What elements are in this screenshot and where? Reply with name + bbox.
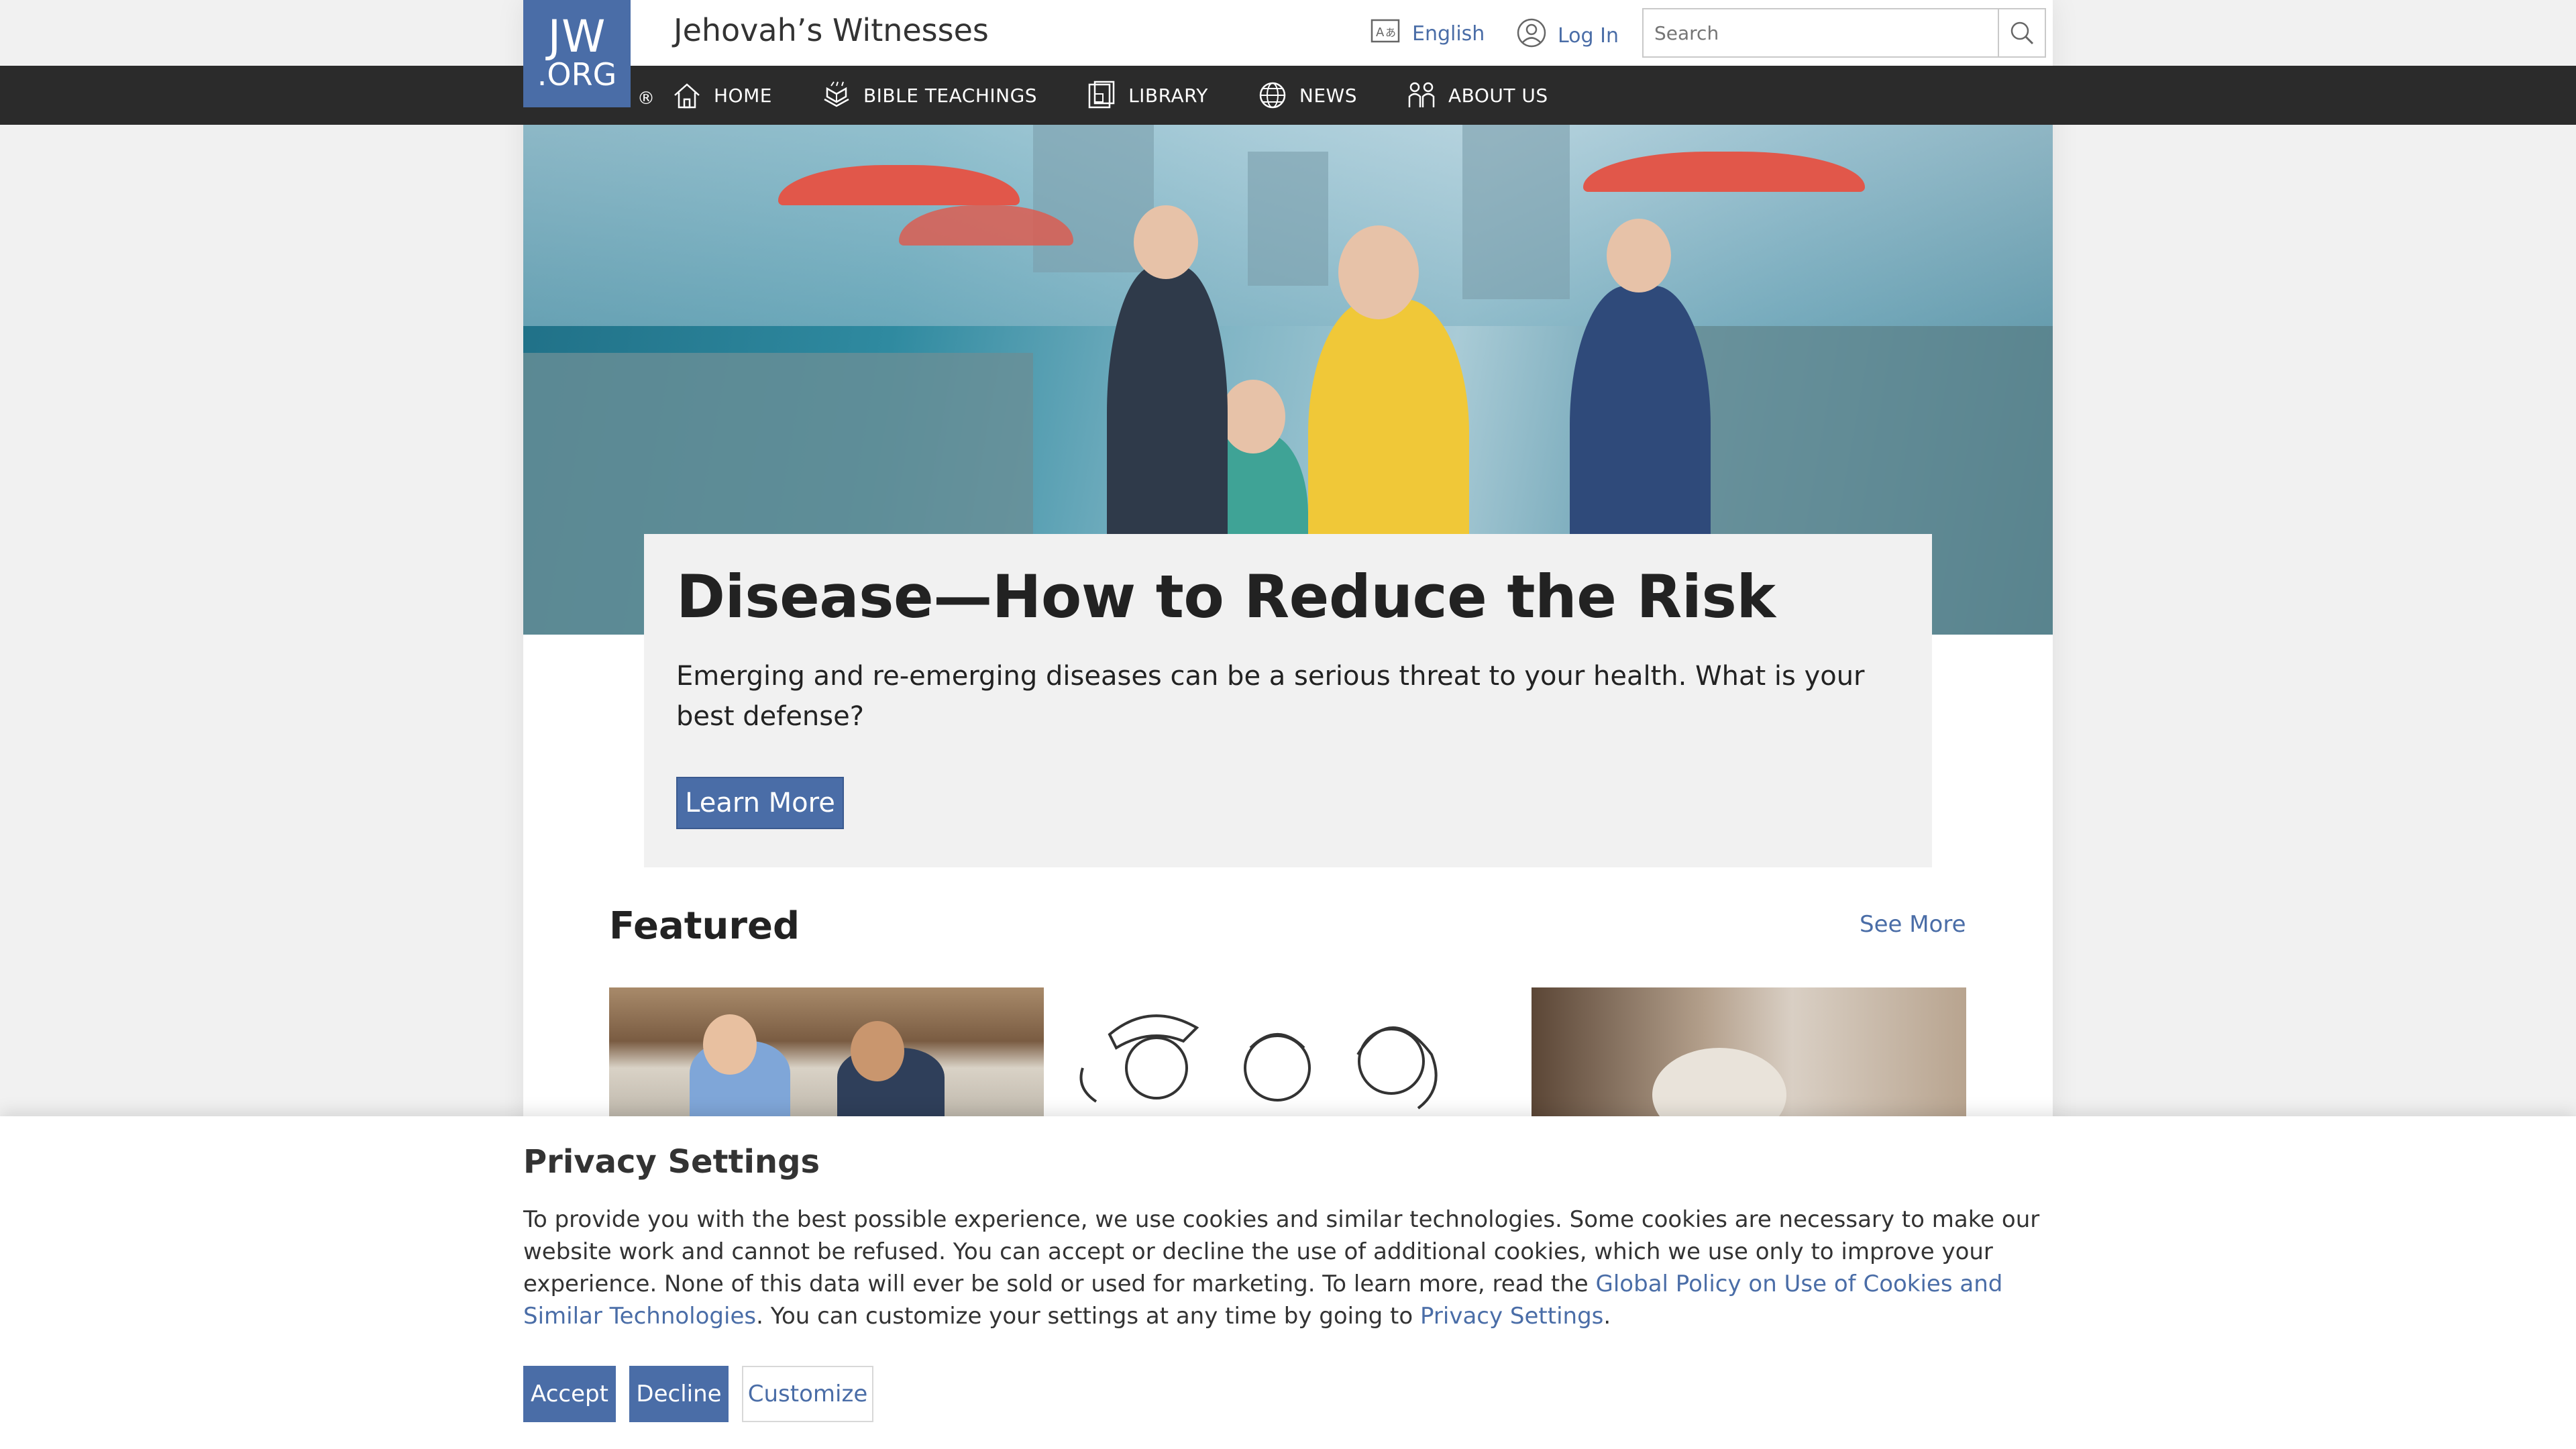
nav-news[interactable]: NEWS: [1256, 79, 1357, 111]
customize-button[interactable]: Customize: [742, 1366, 873, 1422]
decline-button[interactable]: Decline: [629, 1366, 729, 1422]
logo-line1: JW: [547, 11, 606, 62]
man-head: [1607, 219, 1671, 292]
nav-about-us-label: ABOUT US: [1448, 84, 1548, 107]
nav-home[interactable]: HOME: [671, 79, 772, 111]
search-input[interactable]: [1644, 9, 1998, 56]
nav-bible-teachings-label: BIBLE TEACHINGS: [863, 84, 1038, 107]
user-icon: [1516, 17, 1547, 54]
man-head: [1134, 205, 1198, 279]
nav-about-us[interactable]: ABOUT US: [1405, 79, 1548, 111]
library-icon: [1088, 80, 1115, 109]
site-title[interactable]: Jehovah’s Witnesses: [674, 12, 989, 48]
featured-thumbnail[interactable]: [1069, 987, 1504, 1122]
person-head: [851, 1021, 904, 1081]
bible-teachings-icon: [824, 81, 849, 107]
featured-thumbnail[interactable]: [609, 987, 1044, 1122]
search-button[interactable]: [1998, 9, 2045, 56]
woman-head: [1338, 225, 1419, 319]
nav-library-label: LIBRARY: [1128, 84, 1208, 107]
jw-logo[interactable]: JW .ORG: [523, 0, 631, 107]
privacy-settings-link[interactable]: Privacy Settings: [1420, 1303, 1603, 1330]
featured-heading: Featured: [609, 904, 800, 948]
hero-description: Emerging and re-emerging diseases can be…: [676, 661, 1865, 732]
language-icon: A あ: [1371, 17, 1401, 50]
login-link[interactable]: Log In: [1516, 17, 1619, 54]
building: [1248, 152, 1328, 286]
privacy-text-part3: .: [1603, 1303, 1611, 1330]
search-icon: [2010, 21, 2034, 45]
nav-bible-teachings[interactable]: BIBLE TEACHINGS: [820, 79, 1037, 111]
search-box: [1642, 8, 2046, 58]
people-icon: [1408, 82, 1435, 107]
nav-news-label: NEWS: [1299, 84, 1357, 107]
nav-home-label: HOME: [714, 84, 772, 107]
learn-more-button[interactable]: Learn More: [676, 777, 844, 829]
top-bar: JW .ORG ® Jehovah’s Witnesses A あ Englis…: [523, 0, 2053, 109]
nav-items: HOME BIBLE TEACHINGS LIBRARY NEWS ABOUT …: [671, 66, 1548, 125]
girl-head: [1221, 380, 1285, 453]
language-selector[interactable]: A あ English: [1371, 17, 1485, 50]
building: [1462, 125, 1570, 299]
privacy-settings-banner: Privacy Settings To provide you with the…: [0, 1116, 2576, 1449]
accept-button[interactable]: Accept: [523, 1366, 616, 1422]
featured-thumbnail[interactable]: [1532, 987, 1966, 1122]
privacy-text: To provide you with the best possible ex…: [523, 1203, 2066, 1332]
cartoon-characters-illustration: [1079, 1014, 1438, 1110]
registered-mark: ®: [637, 89, 655, 109]
logo-line2: .ORG: [537, 56, 617, 93]
svg-text:あ: あ: [1385, 26, 1396, 39]
see-more-link[interactable]: See More: [1860, 911, 1966, 938]
privacy-title: Privacy Settings: [523, 1143, 820, 1181]
bowl: [1652, 1048, 1786, 1122]
home-icon: [674, 83, 700, 109]
hero-title[interactable]: Disease—How to Reduce the Risk: [676, 562, 1776, 631]
svg-text:A: A: [1376, 25, 1385, 40]
login-label: Log In: [1558, 23, 1619, 48]
nav-library[interactable]: LIBRARY: [1085, 79, 1208, 111]
person-head: [703, 1014, 757, 1075]
privacy-text-part2: . You can customize your settings at any…: [756, 1303, 1420, 1330]
globe-icon: [1259, 82, 1286, 109]
main-nav: HOME BIBLE TEACHINGS LIBRARY NEWS ABOUT …: [0, 66, 2576, 125]
language-label: English: [1412, 21, 1485, 46]
